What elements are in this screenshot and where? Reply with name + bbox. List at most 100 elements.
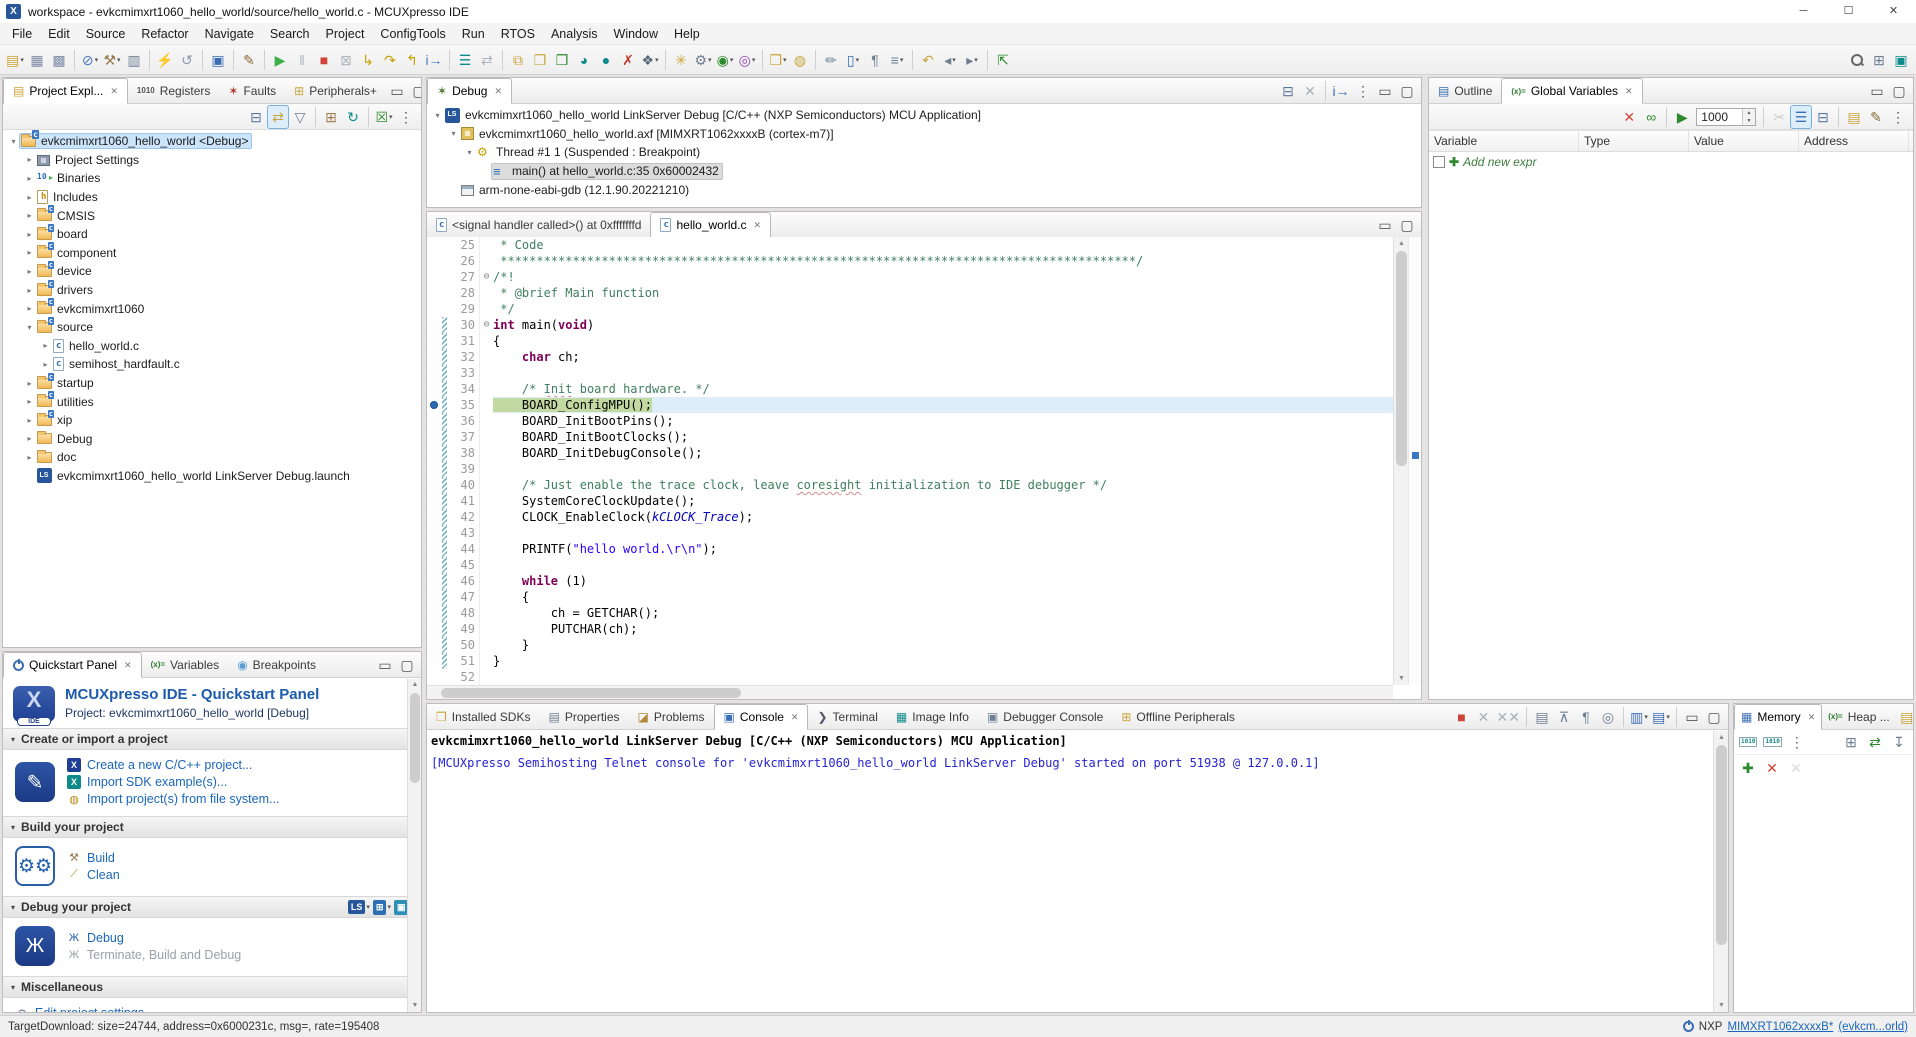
code-text[interactable]: BOARD_InitDebugConsole(); bbox=[493, 445, 1393, 461]
project-tree-item[interactable]: ▾evkcmimxrt1060_hello_world <Debug> bbox=[3, 132, 421, 151]
editor-horizontal-scrollbar[interactable] bbox=[427, 685, 1393, 699]
line-number[interactable]: 44 bbox=[447, 541, 479, 557]
line-number[interactable]: 41 bbox=[447, 493, 479, 509]
code-text[interactable]: /* Init board hardware. */ bbox=[493, 381, 1393, 397]
expander-icon[interactable]: ▾ bbox=[447, 129, 460, 138]
maximize-view-icon[interactable]: ▢ bbox=[408, 79, 422, 103]
tab-image-info[interactable]: ▦Image Info bbox=[887, 704, 978, 729]
section-header-build-your-project[interactable]: ▾Build your project bbox=[3, 816, 421, 838]
line-number[interactable]: 40 bbox=[447, 477, 479, 493]
expander-icon[interactable]: ▸ bbox=[23, 193, 36, 202]
freeze-icon[interactable]: ✂ bbox=[1768, 105, 1790, 129]
word-wrap-icon[interactable]: ¶ bbox=[1575, 705, 1597, 729]
scroll-down-icon[interactable]: ▼ bbox=[1714, 999, 1729, 1012]
live-update-icon[interactable]: ▶ bbox=[1671, 105, 1693, 129]
project-tree-item[interactable]: ▸drivers bbox=[3, 281, 421, 300]
minimize-view-icon[interactable]: ▭ bbox=[1374, 79, 1396, 103]
plant-tool-icon[interactable]: ✳ bbox=[670, 48, 692, 72]
project-tree-item[interactable]: ▾source bbox=[3, 318, 421, 337]
remove-all-monitors-icon[interactable]: ✕ bbox=[1785, 756, 1807, 780]
expander-icon[interactable]: ▸ bbox=[23, 416, 36, 425]
scroll-down-icon[interactable]: ▼ bbox=[408, 1000, 422, 1012]
section-header-create-or-import-a-project[interactable]: ▾Create or import a project bbox=[3, 728, 421, 750]
line-number[interactable]: 45 bbox=[447, 557, 479, 573]
resume-icon[interactable]: ▶ bbox=[269, 48, 291, 72]
fold-marker[interactable]: ⊖ bbox=[479, 317, 493, 333]
code-text[interactable]: SystemCoreClockUpdate(); bbox=[493, 493, 1393, 509]
expander-icon[interactable]: ▾ bbox=[7, 137, 20, 146]
save-all-icon[interactable]: ▩ bbox=[48, 48, 70, 72]
scroll-up-icon[interactable]: ▲ bbox=[408, 679, 422, 691]
probe-grid-button[interactable]: ⊞▾ bbox=[373, 900, 391, 915]
tab-project-expl[interactable]: ▤Project Expl...✕ bbox=[3, 78, 128, 104]
close-tab-icon[interactable]: ✕ bbox=[124, 660, 132, 671]
menu-refactor[interactable]: Refactor bbox=[133, 25, 196, 43]
gui-flash-icon[interactable]: ⚡ bbox=[154, 48, 176, 72]
menu-project[interactable]: Project bbox=[318, 25, 373, 43]
code-text[interactable]: } bbox=[493, 637, 1393, 653]
quickstart-scrollbar[interactable]: ▲ ▼ bbox=[407, 679, 421, 1012]
toggle-split-icon[interactable]: ⊞ bbox=[1840, 730, 1862, 754]
expander-icon[interactable]: ▸ bbox=[23, 155, 36, 164]
add-expression-row[interactable]: ✚ Add new expr bbox=[1429, 152, 1913, 172]
breakpoint-ruler[interactable] bbox=[427, 653, 442, 669]
show-info-icon[interactable]: i→ bbox=[1330, 79, 1352, 103]
skip-all-breakpoints-icon[interactable]: ⊘▾ bbox=[79, 48, 101, 72]
close-tab-icon[interactable]: ✕ bbox=[110, 86, 118, 97]
minimize-view-icon[interactable]: ▭ bbox=[1866, 79, 1888, 103]
forward-icon[interactable]: ▸▾ bbox=[961, 48, 983, 72]
code-text[interactable]: */ bbox=[493, 301, 1393, 317]
code-text[interactable]: PUTCHAR(ch); bbox=[493, 621, 1393, 637]
tab-registers[interactable]: 1010Registers bbox=[128, 78, 219, 103]
expander-icon[interactable]: ▸ bbox=[39, 341, 52, 350]
line-number[interactable]: 43 bbox=[447, 525, 479, 541]
quickstart-link-edit-project-settings[interactable]: ⚙Edit project settings bbox=[15, 1006, 144, 1013]
tab-heap[interactable]: (x)=Heap ... bbox=[1822, 704, 1895, 729]
menu-edit[interactable]: Edit bbox=[40, 25, 78, 43]
menu-configtools[interactable]: ConfigTools bbox=[372, 25, 453, 43]
line-number[interactable]: 46 bbox=[447, 573, 479, 589]
line-number[interactable]: 27 bbox=[447, 269, 479, 285]
import-icon[interactable]: ↧ bbox=[1888, 730, 1910, 754]
view-menu-icon[interactable]: ⋮ bbox=[1887, 105, 1909, 129]
breakpoint-ruler[interactable] bbox=[427, 461, 442, 477]
line-number[interactable]: 39 bbox=[447, 461, 479, 477]
line-number[interactable]: 48 bbox=[447, 605, 479, 621]
maximize-view-icon[interactable]: ▢ bbox=[1888, 79, 1910, 103]
expander-icon[interactable]: ▸ bbox=[23, 286, 36, 295]
line-number[interactable]: 35 bbox=[447, 397, 479, 413]
breakpoint-ruler[interactable] bbox=[427, 573, 442, 589]
pin-editor-icon[interactable]: ⇱ bbox=[992, 48, 1014, 72]
scrollbar-thumb[interactable] bbox=[1396, 251, 1407, 466]
breakpoint-ruler[interactable] bbox=[427, 301, 442, 317]
remove-all-launches-icon[interactable]: ✕✕ bbox=[1495, 705, 1522, 729]
menu-rtos[interactable]: RTOS bbox=[493, 25, 543, 43]
new-memory-view-icon[interactable]: ▤ bbox=[1896, 705, 1914, 729]
project-tree-item[interactable]: ▸evkcmimxrt1060 bbox=[3, 299, 421, 318]
tab-properties[interactable]: ▤Properties bbox=[539, 704, 628, 729]
trace-icon[interactable]: ☰ bbox=[454, 48, 476, 72]
tab-signal-handler-called-at-0xfffffffd[interactable]: <signal handler called>() at 0xfffffffd bbox=[427, 212, 650, 237]
remove-launch-icon[interactable]: ✕ bbox=[1473, 705, 1495, 729]
gear-icon[interactable]: ⚙▾ bbox=[692, 48, 714, 72]
breakpoint-ruler[interactable] bbox=[427, 365, 442, 381]
code-text[interactable]: /*! bbox=[493, 269, 1393, 285]
code-text[interactable]: { bbox=[493, 333, 1393, 349]
project-tree-item[interactable]: ▸Debug bbox=[3, 430, 421, 449]
code-text[interactable] bbox=[493, 525, 1393, 541]
line-number[interactable]: 34 bbox=[447, 381, 479, 397]
line-number[interactable]: 50 bbox=[447, 637, 479, 653]
build-config-icon[interactable]: ▥ bbox=[123, 48, 145, 72]
line-number[interactable]: 37 bbox=[447, 429, 479, 445]
run-config-icon[interactable]: ◉▾ bbox=[714, 48, 736, 72]
pin-console-icon[interactable]: ◎ bbox=[1597, 705, 1619, 729]
menu-window[interactable]: Window bbox=[606, 25, 666, 43]
line-number[interactable]: 33 bbox=[447, 365, 479, 381]
scrollbar-thumb[interactable] bbox=[410, 693, 420, 783]
code-text[interactable]: ****************************************… bbox=[493, 253, 1393, 269]
code-text[interactable]: /* Just enable the trace clock, leave co… bbox=[493, 477, 1393, 493]
code-text[interactable]: PRINTF("hello world.\r\n"); bbox=[493, 541, 1393, 557]
quickstart-link-build[interactable]: ⚒Build bbox=[67, 851, 120, 865]
last-edit-icon[interactable]: ↶ bbox=[917, 48, 939, 72]
menu-run[interactable]: Run bbox=[454, 25, 493, 43]
